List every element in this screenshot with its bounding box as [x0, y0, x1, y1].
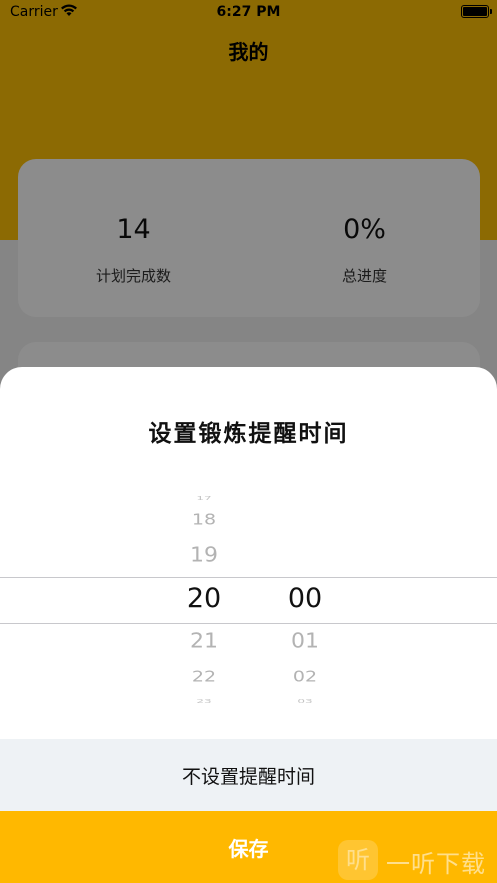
minute-option: 03 [297, 697, 313, 705]
hour-option: 22 [191, 668, 217, 686]
hour-option: 23 [196, 697, 212, 705]
watermark-text: 一听下载 [386, 850, 486, 878]
hour-option: 18 [191, 511, 217, 529]
reminder-time-sheet: 设置锻炼提醒时间 17 18 19 20 21 22 23 00 01 02 0… [0, 367, 497, 883]
watermark: 听 一听下载 [338, 838, 497, 883]
watermark-logo-icon: 听 [338, 840, 378, 880]
hour-option: 17 [196, 494, 212, 502]
hour-wheel[interactable]: 17 18 19 20 21 22 23 [164, 487, 244, 715]
picker-selection-top-line [0, 577, 497, 578]
time-picker: 17 18 19 20 21 22 23 00 01 02 03 [0, 487, 497, 715]
no-reminder-button[interactable]: 不设置提醒时间 [0, 739, 497, 811]
minute-wheel[interactable]: 00 01 02 03 [265, 487, 345, 715]
minute-option: 01 [291, 630, 319, 653]
hour-option: 19 [190, 544, 218, 567]
minute-selected: 00 [287, 583, 323, 614]
hour-selected: 20 [186, 583, 222, 614]
minute-option: 02 [292, 668, 318, 686]
hour-option: 21 [190, 630, 218, 653]
picker-selection-bottom-line [0, 623, 497, 624]
sheet-title: 设置锻炼提醒时间 [148, 421, 349, 447]
